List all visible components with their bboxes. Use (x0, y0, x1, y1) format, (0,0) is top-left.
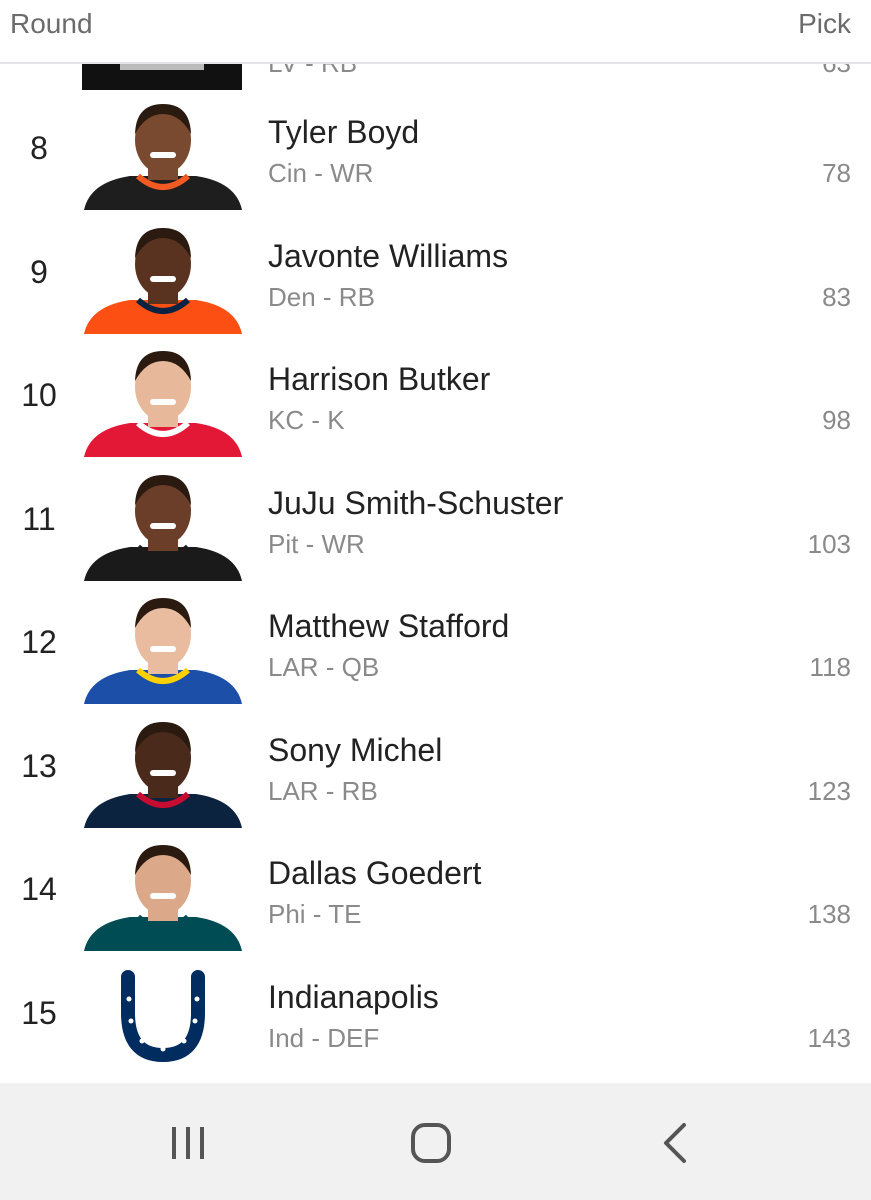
player-team-position: Pit - WR (268, 528, 365, 559)
round-number: 10 (21, 377, 57, 413)
player-photo (80, 345, 246, 457)
pick-number: 143 (807, 1022, 851, 1053)
list-item[interactable]: 10 Harrison Butker KC - K 98 (0, 337, 871, 461)
home-icon[interactable] (409, 1121, 453, 1165)
player-name: JuJu Smith-Schuster (268, 484, 564, 521)
round-number: 15 (21, 994, 57, 1031)
player-name: Harrison Butker (268, 361, 491, 397)
recents-icon[interactable] (166, 1121, 210, 1165)
player-photo (80, 98, 246, 210)
player-photo (80, 469, 246, 581)
system-navigation-bar (0, 1083, 871, 1200)
player-name: Javonte Williams (268, 237, 509, 274)
player-name: Matthew Stafford (268, 608, 510, 644)
player-photo (80, 839, 246, 951)
pick-number: 103 (807, 528, 851, 559)
player-name: Indianapolis (268, 978, 439, 1015)
player-team-position: Ind - DEF (268, 1022, 380, 1053)
round-number: 9 (30, 253, 48, 290)
player-photo (80, 592, 246, 704)
player-photo (80, 716, 246, 828)
round-number: 8 (30, 130, 48, 166)
round-number: 12 (21, 624, 57, 660)
round-column-label: Round (10, 8, 93, 39)
back-icon[interactable] (654, 1121, 698, 1165)
list-item[interactable]: 13 Sony Michel LAR - RB 123 (0, 708, 871, 832)
player-team-position: Phi - TE (268, 899, 362, 929)
list-item[interactable]: 14 Dallas Goedert Phi - TE 138 (0, 831, 871, 955)
list-item[interactable]: 15 Indianapolis Ind - DEF 143 (0, 955, 871, 1079)
pick-number: 98 (822, 405, 851, 435)
pick-number: 118 (809, 652, 851, 682)
player-name: Dallas Goedert (268, 855, 482, 891)
player-photo (80, 222, 246, 334)
list-item[interactable]: 9 Javonte Williams Den - RB 83 (0, 214, 871, 338)
list-item[interactable]: 8 Tyler Boyd Cin - WR 78 (0, 90, 871, 214)
pick-column-label: Pick (798, 8, 851, 39)
pick-number: 138 (807, 899, 851, 929)
player-team-position: Cin - WR (268, 158, 374, 188)
pick-number: 78 (822, 158, 851, 188)
pick-number: 83 (822, 281, 851, 312)
player-team-position: LAR - QB (268, 652, 380, 682)
round-number: 11 (22, 500, 56, 537)
column-header: Round Pick (0, 0, 871, 64)
list-item[interactable]: 12 Matthew Stafford LAR - QB 118 (0, 584, 871, 708)
player-team-position: Den - RB (268, 281, 375, 312)
round-number: 14 (21, 871, 57, 907)
team-logo (80, 963, 246, 1075)
player-name: Tyler Boyd (268, 114, 420, 150)
player-team-position: LAR - RB (268, 775, 378, 806)
pick-number: 123 (807, 775, 851, 806)
player-name: Sony Michel (268, 731, 443, 768)
list-item[interactable]: 11 JuJu Smith-Schuster Pit - WR 103 (0, 461, 871, 585)
draft-results-list: LV - RB 63 8Tyler BoydCin - WR789Javonte… (0, 34, 871, 1078)
round-number: 13 (21, 747, 57, 784)
player-team-position: KC - K (268, 405, 345, 435)
